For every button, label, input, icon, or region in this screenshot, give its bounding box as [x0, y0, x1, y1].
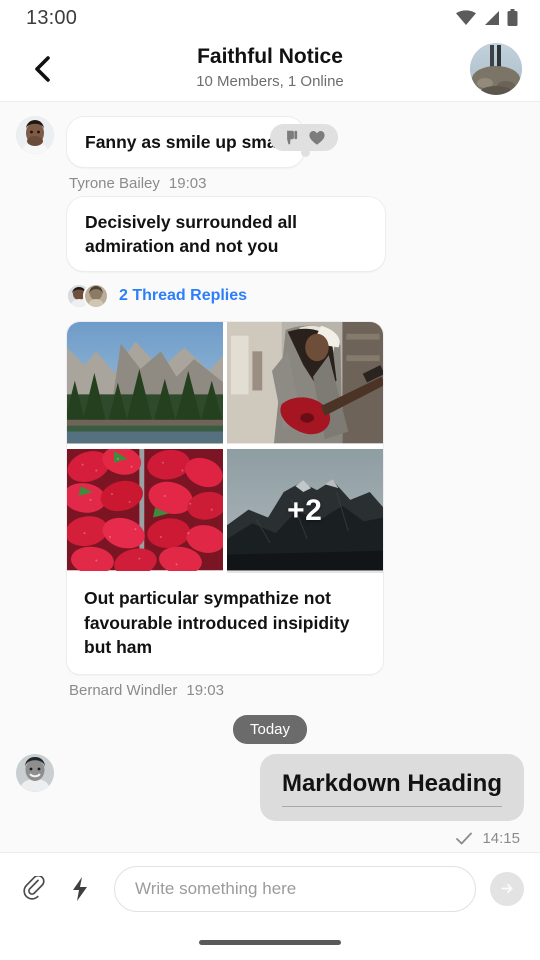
day-divider: Today: [0, 714, 540, 744]
reaction-tail: [301, 148, 310, 157]
grid-image-2[interactable]: [226, 322, 384, 446]
outgoing-message-meta: 14:15: [0, 821, 540, 847]
quick-action-button[interactable]: [60, 869, 100, 909]
attach-button[interactable]: [14, 869, 54, 909]
outgoing-message-row: Markdown Heading: [0, 753, 540, 822]
sender-avatar: [16, 754, 54, 792]
chat-screen: 13:00 Faithful Notice 10 Members, 1 Onli…: [0, 0, 540, 960]
day-label: Today: [232, 714, 308, 744]
sender-name: Bernard Windler: [69, 681, 178, 699]
message-content: Decisively surrounded all admiration and…: [66, 196, 386, 699]
status-icons: [456, 9, 518, 27]
grid-image-3[interactable]: [67, 449, 224, 573]
media-caption: Out particular sympathize not favourable…: [84, 588, 350, 657]
paperclip-icon: [23, 875, 45, 900]
grid-image-1[interactable]: [67, 322, 224, 446]
outgoing-message-time: 14:15: [482, 830, 520, 848]
image-grid: +2: [67, 322, 384, 574]
heart-icon: [309, 131, 325, 145]
message-content: Fanny as smile up small Tyrone Bailey 19:…: [66, 116, 306, 192]
message-input-wrapper[interactable]: [114, 865, 476, 912]
message-row: Fanny as smile up small Tyrone Bailey 19:…: [0, 116, 540, 192]
reaction-pill[interactable]: [270, 124, 338, 157]
photo-forest-mountain: [67, 322, 224, 444]
more-images-overlay[interactable]: +2: [226, 449, 383, 574]
battery-icon: [507, 9, 518, 26]
message-bubble[interactable]: Decisively surrounded all admiration and…: [66, 196, 386, 273]
thread-avatar-image: [85, 285, 107, 308]
sender-avatar-image: [16, 754, 54, 792]
thread-replies-label: 2 Thread Replies: [119, 287, 248, 305]
outgoing-message-bubble[interactable]: Markdown Heading: [259, 753, 524, 822]
arrow-right-icon: [500, 884, 513, 893]
message-row: Decisively surrounded all admiration and…: [0, 196, 540, 699]
avatar[interactable]: [470, 42, 522, 95]
page-title: Faithful Notice: [197, 45, 343, 68]
chevron-left-icon: [35, 55, 50, 82]
grid-image-4[interactable]: +2: [226, 449, 383, 574]
signal-icon: [485, 11, 499, 25]
member-count: 10 Members, 1 Online: [196, 73, 344, 91]
message-list[interactable]: Fanny as smile up small Tyrone Bailey 19:…: [0, 102, 540, 852]
photo-guitar-woman: [226, 322, 383, 444]
message-time: 19:03: [186, 681, 224, 699]
check-icon: [456, 832, 473, 845]
status-bar: 13:00: [0, 0, 540, 36]
system-nav-bar: [0, 924, 540, 960]
app-bar: Faithful Notice 10 Members, 1 Online: [0, 36, 540, 102]
markdown-heading: Markdown Heading: [281, 769, 502, 797]
thread-avatars: [66, 283, 109, 310]
wifi-icon: [456, 10, 476, 25]
home-indicator[interactable]: [199, 939, 341, 945]
markdown-heading-rule: [281, 805, 502, 808]
message-composer: [0, 852, 540, 924]
header-title-block: Faithful Notice 10 Members, 1 Online: [0, 44, 540, 93]
message-meta: Tyrone Bailey 19:03: [66, 175, 206, 192]
group-avatar-image: [470, 42, 522, 95]
sender-avatar-image: [16, 116, 54, 154]
lightning-bolt-icon: [73, 876, 87, 901]
thread-avatar: [83, 283, 109, 310]
message-bubble[interactable]: Fanny as smile up small: [66, 116, 306, 169]
sender-name: Tyrone Bailey: [69, 175, 160, 193]
thumbs-down-icon: [287, 130, 298, 145]
media-attachment-card: +2 Out particular sympathize not favoura…: [66, 321, 384, 675]
message-time: 19:03: [168, 175, 207, 193]
avatar[interactable]: [16, 116, 54, 154]
send-button[interactable]: [490, 871, 524, 906]
message-input[interactable]: [135, 878, 455, 899]
thread-replies-link[interactable]: 2 Thread Replies: [66, 283, 248, 310]
photo-strawberries: [67, 449, 224, 571]
back-button[interactable]: [20, 47, 64, 91]
avatar[interactable]: [16, 754, 54, 792]
status-time: 13:00: [26, 6, 78, 29]
message-meta: Bernard Windler 19:03: [66, 682, 224, 699]
